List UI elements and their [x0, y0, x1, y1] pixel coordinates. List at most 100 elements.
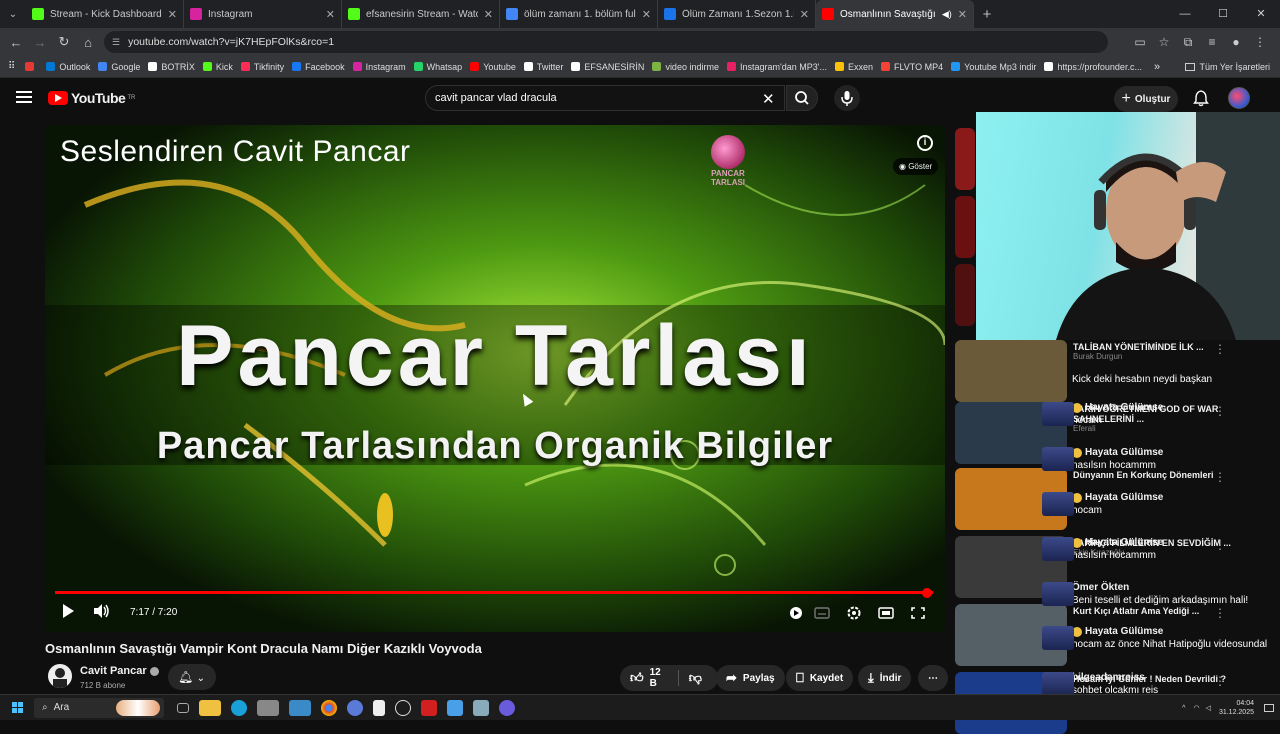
tab-audio-icon[interactable]: ◀︎) [942, 9, 952, 20]
app-icon[interactable] [395, 699, 411, 716]
search-input[interactable]: cavit pancar vlad dracula [425, 85, 785, 111]
related-video-info[interactable]: Kurt Kıçı Atlatır Ama Yediği ... [1073, 606, 1199, 616]
new-tab-button[interactable]: + [974, 6, 1000, 23]
share-button[interactable]: ➦ Paylaş [716, 665, 785, 691]
related-video-thumbnail[interactable] [955, 340, 1067, 402]
profile-icon[interactable]: ● [1224, 35, 1248, 49]
info-icon[interactable]: i [917, 135, 933, 151]
account-avatar[interactable] [1228, 87, 1250, 109]
subtitles-icon[interactable] [813, 605, 831, 621]
edge-icon[interactable] [231, 699, 247, 716]
video-player[interactable]: Seslendiren Cavit Pancar PANCAR TARLASI … [45, 125, 945, 632]
clear-search-icon[interactable]: ✕ [762, 90, 775, 108]
bookmark-star-icon[interactable]: ☆ [1152, 35, 1176, 49]
bookmark-item[interactable]: FLVTO MP4 [880, 62, 943, 72]
more-actions-button[interactable]: ⋯ [918, 665, 948, 691]
back-icon[interactable]: ← [4, 35, 28, 50]
app-icon[interactable] [421, 699, 437, 716]
apps-grid-icon[interactable]: ⠿ [8, 61, 15, 72]
bookmark-item[interactable]: Twitter [523, 62, 563, 72]
subscribed-button[interactable]: 🔔︎ ⌄ [168, 664, 216, 690]
app-icon[interactable] [289, 699, 311, 716]
clock[interactable]: 04:04 31.12.2025 [1219, 699, 1254, 717]
related-thumb-partial[interactable] [955, 264, 975, 326]
search-button[interactable] [786, 85, 818, 111]
file-explorer-icon[interactable] [199, 699, 221, 716]
channel-name[interactable]: Cavit Pancar [80, 665, 159, 677]
all-bookmarks-link[interactable]: Tüm Yer İşaretleri [1199, 62, 1270, 72]
media-icon[interactable]: ≡ [1200, 35, 1224, 49]
chrome-icon[interactable] [321, 699, 337, 716]
bookmark-item[interactable]: Instagram'dan MP3'... [726, 62, 827, 72]
bookmarks-more[interactable]: » [1154, 61, 1160, 73]
home-icon[interactable]: ⌂ [76, 35, 100, 50]
obs-icon[interactable] [499, 699, 515, 716]
related-video-info[interactable]: Dünyanın En Korkunç Dönemleri [1073, 470, 1214, 480]
task-view-icon[interactable] [177, 702, 189, 713]
tab-search-menu-icon[interactable]: ⌄ [0, 0, 26, 28]
site-info-icon[interactable]: ☰ [112, 37, 120, 48]
tab-close-icon[interactable]: ✕ [484, 8, 493, 21]
bookmark-item[interactable]: Youtube [470, 62, 516, 72]
bookmark-item[interactable]: Facebook [292, 62, 345, 72]
create-button[interactable]: + Oluştur [1114, 86, 1178, 112]
reload-icon[interactable]: ↻ [52, 34, 76, 50]
app-icon[interactable] [473, 699, 489, 716]
bookmark-item[interactable]: Exxen [834, 62, 873, 72]
browser-tab[interactable]: ölüm zamanı 1. bölüm full izle ✕ [500, 0, 658, 28]
bookmark-item[interactable]: Kick [202, 62, 233, 72]
bookmark-item[interactable]: EFSANESİRİN [571, 62, 644, 72]
voice-search-button[interactable] [834, 85, 860, 111]
app-icon[interactable] [347, 699, 363, 716]
more-vertical-icon[interactable]: ⋮ [1214, 342, 1226, 356]
tray-chevron-icon[interactable]: ^ [1182, 705, 1185, 712]
browser-tab[interactable]: Stream - Kick Dashboard ✕ [26, 0, 184, 28]
browser-menu-icon[interactable]: ⋮ [1248, 35, 1272, 49]
dislike-icon[interactable]: 👎︎ [689, 670, 702, 686]
wifi-icon[interactable]: ◠ [1193, 704, 1199, 712]
app-icon[interactable] [257, 699, 279, 716]
windows-start-icon[interactable] [0, 695, 34, 721]
save-button[interactable]: ⎕ Kaydet [786, 665, 854, 691]
bookmark-item[interactable]: Google [98, 62, 140, 72]
menu-icon[interactable] [16, 91, 32, 103]
settings-gear-icon[interactable] [845, 605, 863, 621]
document-icon[interactable] [373, 699, 385, 716]
tab-close-icon[interactable]: ✕ [168, 8, 177, 21]
more-vertical-icon[interactable]: ⋮ [1214, 470, 1226, 484]
like-count[interactable]: 12 B [650, 667, 668, 689]
browser-tab[interactable]: Ölüm Zamanı 1.Sezon 1.Bölüm ✕ [658, 0, 816, 28]
fullscreen-icon[interactable] [909, 605, 927, 621]
related-video-info[interactable]: TALİBAN YÖNETİMİNDE İLK ... Burak Durgun [1073, 342, 1204, 361]
more-vertical-icon[interactable]: ⋮ [1214, 606, 1226, 620]
maximize-icon[interactable]: ☐ [1204, 0, 1242, 28]
browser-tab[interactable]: Instagram ✕ [184, 0, 342, 28]
notification-icon[interactable] [1264, 704, 1274, 712]
bookmark-item[interactable]: BOTRİX [148, 62, 195, 72]
progress-bar[interactable] [55, 591, 933, 594]
bookmark-item[interactable]: Instagram [352, 62, 406, 72]
cast-icon[interactable]: ▭ [1128, 35, 1152, 49]
youtube-logo[interactable]: YouTube TR [48, 90, 135, 106]
bookmark-item[interactable]: Youtube Mp3 indir [951, 62, 1036, 72]
bookmark-item[interactable]: video indirme [652, 62, 719, 72]
related-thumb-partial[interactable] [955, 128, 975, 190]
bookmark-item[interactable]: Outlook [46, 62, 90, 72]
speaker-icon[interactable]: ◁ [1206, 704, 1211, 712]
bookmark-item[interactable]: Whatsap [413, 62, 462, 72]
play-icon[interactable] [61, 603, 75, 623]
tab-close-icon[interactable]: ✕ [326, 8, 335, 21]
extensions-icon[interactable]: ⧉ [1176, 35, 1200, 50]
bookmark-item[interactable]: Tikfinity [240, 62, 284, 72]
volume-icon[interactable] [93, 603, 111, 623]
like-icon[interactable]: 👍︎ [630, 670, 644, 686]
theater-mode-icon[interactable] [877, 605, 895, 621]
minimize-icon[interactable]: — [1166, 0, 1204, 28]
progress-scrubber[interactable] [921, 588, 932, 598]
bookmark-item[interactable]: https://profounder.c... [1044, 62, 1142, 72]
tab-close-icon[interactable]: ✕ [642, 8, 651, 21]
close-window-icon[interactable]: ✕ [1242, 0, 1280, 28]
autoplay-toggle-icon[interactable] [787, 605, 805, 621]
tab-close-icon[interactable]: ✕ [800, 8, 809, 21]
browser-tab[interactable]: efsanesirin Stream - Watch Live ✕ [342, 0, 500, 28]
